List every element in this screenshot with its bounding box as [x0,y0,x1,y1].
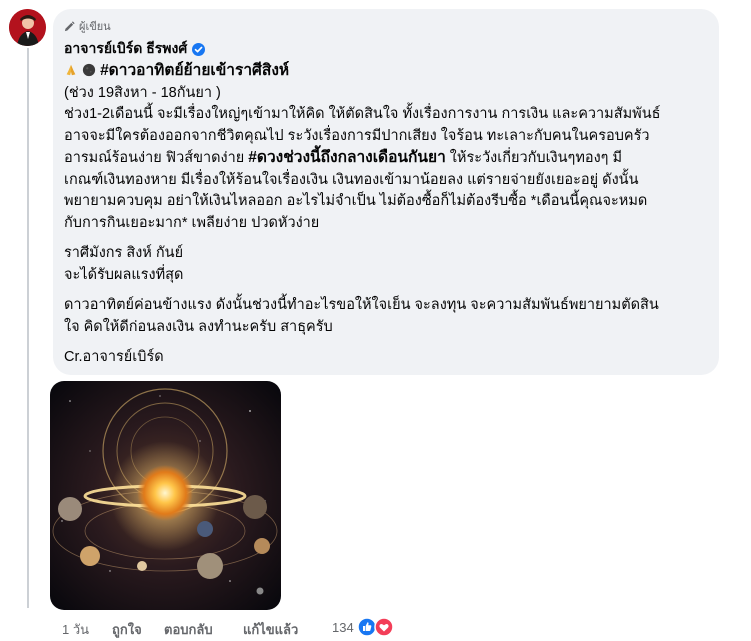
comment-time[interactable]: 1 วัน [62,619,89,640]
author-avatar[interactable] [9,9,46,46]
paragraph1-line: ช่วง1-2เดือนนี้ จะมีเรื่องใหญ่ๆเข้ามาให้… [64,106,661,122]
comment-photo[interactable] [50,381,281,610]
thread-line [27,48,29,608]
comment-bubble: ผู้เขียน อาจารย์เบิร์ด ธีรพงศ์ #ดาวอาทิต… [53,9,719,375]
paragraph1-line: เกณฑ์เงินทองหาย มีเรื่องให้ร้อนใจเรื่องเ… [64,171,639,188]
author-row: อาจารย์เบิร์ด ธีรพงศ์ [64,38,206,60]
edited-label[interactable]: แก้ไขแล้ว [243,619,298,640]
paragraph1-line: พยายามควบคุม อย่าให้เงินไหลออก อะไรไม่จำ… [64,193,648,209]
paragraph1-line: กับการกินเยอะมาก* เพลียง่าย ปวดหัวง่าย [64,214,320,231]
paragraph3-line: ใจ คิดให้ดีก่อนลงเงิน ลงทำนะครับ สาธุครั… [64,318,333,335]
reaction-count: 134 [332,619,354,635]
pencil-icon [64,20,75,31]
paragraph1-line: อาจจะมีใครต้องออกจากชีวิตคุณไป ระวังเรื่… [64,127,650,144]
headline-line: #ดาวอาทิตย์ย้ายเข้าราศีสิงห์ [64,60,714,83]
love-reaction-icon [373,617,394,637]
period-line: (ช่วง 19สิงหา - 18กันยา ) [64,84,221,101]
paragraph1-text: ให้ระวังเกี่ยวกับเงินๆทองๆ มี [445,150,623,166]
headline-hashtag[interactable]: #ดาวอาทิตย์ย้ายเข้าราศีสิงห์ [100,62,289,79]
like-button[interactable]: ถูกใจ [112,619,142,640]
author-name[interactable]: อาจารย์เบิร์ด ธีรพงศ์ [64,38,187,60]
paragraph3-line: ดาวอาทิตย์ค่อนข้างแรง ดังนั้นช่วงนี้ทำอะ… [64,297,659,313]
paragraph1-line: อารมณ์ร้อนง่าย ฟิวส์ขาดง่าย #ดวงช่วงนี้ถ… [64,147,714,170]
inline-hashtag[interactable]: #ดวงช่วงนี้ถึงกลางเดือนกันยา [248,149,446,166]
signs-line: ราศีมังกร สิงห์ กันย์ [64,245,184,261]
author-badge-label: ผู้เขียน [79,21,111,33]
signs-effect-line: จะได้รับผลแรงที่สุด [64,266,184,283]
pray-emoji-icon [66,64,76,76]
comment-text: #ดาวอาทิตย์ย้ายเข้าราศีสิงห์ (ช่วง 19สิง… [64,60,714,369]
comment-actions: 1 วัน ถูกใจ ตอบกลับ แก้ไขแล้ว 134 [50,616,410,638]
credit-line: Cr.อาจารย์เบิร์ด [64,349,164,365]
reply-button[interactable]: ตอบกลับ [164,619,213,640]
author-badge: ผู้เขียน [64,17,111,35]
reaction-summary[interactable]: 134 [332,617,394,637]
paragraph1-text: อารมณ์ร้อนง่าย ฟิวส์ขาดง่าย [64,150,249,166]
verified-badge-icon [192,42,206,56]
new-moon-emoji-icon [82,63,96,77]
